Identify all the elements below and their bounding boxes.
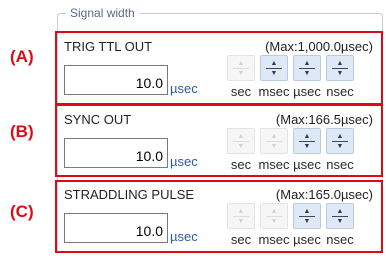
- group-title: Signal width: [66, 5, 139, 21]
- sync-out-sec-stepper: ▲ ▼: [227, 128, 255, 154]
- trig-ttl-out-value-field[interactable]: [64, 65, 168, 95]
- sync-out-max: (Max:166.5µsec): [275, 112, 373, 127]
- spin-down-arrow-icon[interactable]: ▼: [294, 67, 320, 79]
- sync-out-label: SYNC OUT: [64, 112, 132, 127]
- straddling-pulse-sec-stepper: ▲ ▼: [227, 203, 255, 229]
- spin-down-arrow-icon: ▼: [270, 217, 278, 225]
- col-label-sec: sec: [230, 232, 252, 247]
- straddling-pulse-max: (Max:165.0µsec): [275, 187, 373, 202]
- trig-ttl-out-nsec-stepper[interactable]: ▲ ▼: [326, 55, 354, 81]
- straddling-pulse-usec-stepper[interactable]: ▲ ▼: [293, 203, 321, 229]
- trig-ttl-out-label: TRIG TTL OUT: [64, 39, 153, 54]
- col-label-nsec: nsec: [326, 157, 354, 172]
- straddling-pulse-unit: µsec: [170, 229, 198, 244]
- trig-ttl-out-unit: µsec: [170, 81, 198, 96]
- col-label-sec: sec: [230, 157, 252, 172]
- col-label-usec: µsec: [293, 157, 321, 172]
- col-label-nsec: nsec: [326, 232, 354, 247]
- spin-down-arrow-icon[interactable]: ▼: [327, 67, 353, 79]
- spin-down-arrow-icon: ▼: [237, 142, 245, 150]
- section-trig-ttl-out: TRIG TTL OUT (Max:1,000.0µsec) µsec ▲▼ ▲…: [55, 31, 383, 105]
- marker-c: (C): [10, 202, 34, 221]
- spin-down-arrow-icon[interactable]: ▼: [294, 215, 320, 227]
- straddling-pulse-label: STRADDLING PULSE: [64, 187, 195, 202]
- straddling-pulse-nsec-stepper[interactable]: ▲ ▼: [326, 203, 354, 229]
- trig-ttl-out-msec-stepper[interactable]: ▲ ▼: [260, 55, 288, 81]
- col-label-usec: µsec: [293, 232, 321, 247]
- straddling-pulse-value-field[interactable]: [64, 213, 168, 243]
- col-label-nsec: nsec: [326, 84, 354, 99]
- sync-out-nsec-stepper[interactable]: ▲ ▼: [326, 128, 354, 154]
- trig-ttl-out-value-input[interactable]: [65, 66, 167, 94]
- trig-ttl-out-usec-stepper[interactable]: ▲ ▼: [293, 55, 321, 81]
- sync-out-usec-stepper[interactable]: ▲ ▼: [293, 128, 321, 154]
- col-label-usec: µsec: [293, 84, 321, 99]
- spin-down-arrow-icon: ▼: [270, 142, 278, 150]
- trig-ttl-out-sec-stepper: ▲ ▼: [227, 55, 255, 81]
- section-sync-out: SYNC OUT (Max:166.5µsec) µsec ▲▼ ▲▼ ▲▼ ▲…: [55, 104, 383, 177]
- spin-down-arrow-icon[interactable]: ▼: [261, 67, 287, 79]
- marker-a: (A): [10, 47, 34, 66]
- sync-out-msec-stepper: ▲ ▼: [260, 128, 288, 154]
- col-label-msec: msec: [258, 157, 290, 172]
- marker-b: (B): [10, 122, 34, 141]
- straddling-pulse-value-input[interactable]: [65, 214, 167, 242]
- col-label-msec: msec: [258, 84, 290, 99]
- trig-ttl-out-max: (Max:1,000.0µsec): [265, 39, 373, 54]
- sync-out-value-input[interactable]: [65, 139, 167, 167]
- sync-out-unit: µsec: [170, 154, 198, 169]
- section-straddling-pulse: STRADDLING PULSE (Max:165.0µsec) µsec ▲▼…: [55, 180, 383, 253]
- straddling-pulse-msec-stepper: ▲ ▼: [260, 203, 288, 229]
- col-label-sec: sec: [230, 84, 252, 99]
- spin-down-arrow-icon: ▼: [237, 69, 245, 77]
- spin-down-arrow-icon: ▼: [237, 217, 245, 225]
- col-label-msec: msec: [258, 232, 290, 247]
- spin-down-arrow-icon[interactable]: ▼: [294, 140, 320, 152]
- sync-out-value-field[interactable]: [64, 138, 168, 168]
- spin-down-arrow-icon[interactable]: ▼: [327, 140, 353, 152]
- spin-down-arrow-icon[interactable]: ▼: [327, 215, 353, 227]
